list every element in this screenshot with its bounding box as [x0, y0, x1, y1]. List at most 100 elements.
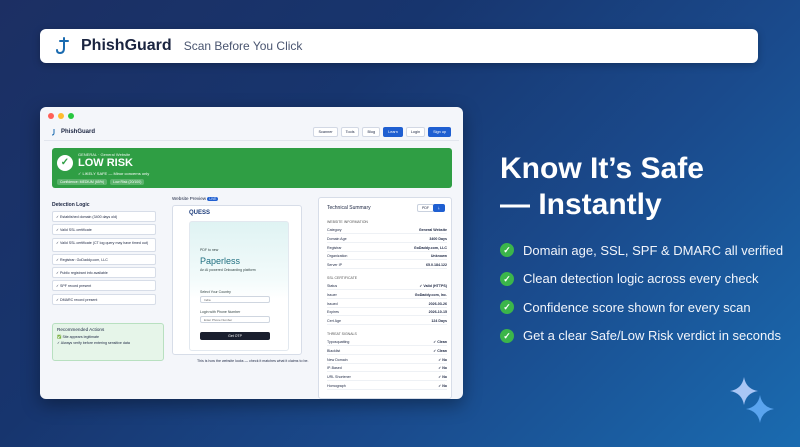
tech-value: ✓ No — [438, 375, 447, 380]
tech-row: Organization Unknown — [327, 254, 447, 261]
site-title: Paperless — [200, 256, 241, 266]
tech-value: General Website — [418, 228, 447, 232]
detection-logic-panel: Detection Logic ✓ Established domain (34… — [52, 202, 156, 307]
tech-row: Server IP 65.0.184.122 — [327, 263, 447, 270]
tech-key: Blacklist — [327, 348, 341, 353]
tech-value: ✓ Valid (HTTPS) — [419, 284, 447, 288]
site-subtitle: An AI powered Onboarding platform — [200, 268, 256, 272]
tech-key: Cert Age — [327, 319, 341, 324]
headline: Know It’s Safe — Instantly — [500, 151, 704, 223]
score-pill: Low Risk (20/100) — [110, 179, 145, 185]
site-eyebrow: PDF to new — [200, 248, 219, 252]
detection-item: ✓ DMARC record present — [52, 293, 156, 305]
tech-row: IP-Based ✓ No — [327, 366, 447, 373]
preview-caption: This is how the website looks — check it… — [197, 359, 309, 363]
website-preview[interactable]: QUESS PDF to new Paperless An AI powered… — [172, 205, 302, 355]
tech-value: ✓ No — [438, 384, 447, 388]
sparkle-icon — [730, 377, 774, 423]
tech-key: Domain Age — [327, 236, 347, 241]
close-dot-icon[interactable] — [48, 113, 54, 119]
app-brand: PhishGuard — [61, 128, 96, 135]
tech-row: Category General Website — [327, 228, 447, 234]
tech-value: 124 Days — [431, 319, 447, 324]
maximize-dot-icon[interactable] — [68, 113, 74, 119]
tech-key: Issued — [327, 301, 338, 306]
tech-value: ✓ Clean — [433, 340, 447, 344]
check-icon: ✓ — [500, 300, 514, 315]
brand-tagline: Scan Before You Click — [183, 39, 303, 53]
get-otp-button[interactable]: Get OTP — [200, 332, 270, 340]
tech-key: Homograph — [327, 384, 346, 388]
detection-item: ✓ Registrar: GoDaddy.com, LLC — [52, 253, 156, 265]
feature-item: ✓ Domain age, SSL, SPF & DMARC all verifi… — [500, 236, 783, 265]
recommended-title: Recommended Actions — [57, 327, 105, 332]
tech-value: Unknown — [430, 254, 447, 259]
brand-name: PhishGuard — [81, 37, 172, 54]
feature-item: ✓ Confidence score shown for every scan — [500, 293, 783, 322]
check-icon: ✓ — [500, 243, 514, 258]
headline-line-2: — Instantly — [500, 188, 662, 221]
app-logo-icon — [51, 128, 55, 135]
tech-value: 2026-03-26 — [428, 301, 447, 306]
tech-value: 65.0.184.122 — [426, 263, 447, 268]
tech-value: 3400 Days — [429, 236, 447, 241]
phone-label: Login with Phone Number — [200, 310, 241, 314]
tech-key: Server IP — [327, 263, 342, 268]
detection-item: ✓ Public registrant info available — [52, 267, 156, 279]
live-badge: LIVE — [207, 197, 219, 201]
risk-pills: Confidence: MEDIUM (65%) Low Risk (20/10… — [57, 179, 145, 185]
tech-key: Status — [327, 284, 338, 288]
tech-row: Homograph ✓ No — [327, 384, 447, 390]
nav-signup[interactable]: Sign up — [428, 127, 451, 137]
minimize-dot-icon[interactable] — [58, 113, 64, 119]
download-button[interactable]: ⤓ — [433, 204, 445, 212]
tech-key: Registrar — [327, 245, 342, 250]
tech-row: URL Shortener ✓ No — [327, 375, 447, 382]
detection-item: ✓ Valid SSL certificate (CT log query ma… — [52, 237, 156, 252]
tech-row: New Domain ✓ No — [327, 358, 447, 364]
tech-key: Category — [327, 228, 342, 232]
check-circle-icon: ✓ — [57, 155, 73, 171]
tech-row: Issued 2026-03-26 — [327, 302, 447, 308]
app-nav: Scanner Tools Blog Learn Login Sign up — [313, 127, 451, 137]
headline-line-1: Know It’s Safe — [500, 152, 704, 185]
nav-blog[interactable]: Blog — [362, 127, 381, 137]
feature-list: ✓ Domain age, SSL, SPF & DMARC all verifi… — [500, 236, 783, 350]
brand-bar: PhishGuard Scan Before You Click — [40, 29, 758, 63]
app-window: PhishGuard Scanner Tools Blog Learn Logi… — [40, 107, 463, 399]
country-label: Select Your Country — [200, 290, 231, 294]
preview-title: Website Preview LIVE — [172, 196, 219, 201]
tech-row: Domain Age 3400 Days — [327, 237, 447, 243]
tech-key: New Domain — [327, 357, 348, 362]
tech-value: ✓ No — [438, 366, 447, 371]
recommended-actions: Recommended Actions ✅ Site appears legit… — [52, 323, 164, 361]
tech-value: ✓ No — [438, 357, 447, 362]
confidence-pill: Confidence: MEDIUM (65%) — [57, 179, 108, 185]
risk-subtitle: ✓ LIKELY SAFE — Minor concerns only — [78, 171, 150, 176]
tech-value: GoDaddy.com, LLC — [413, 245, 447, 250]
site-logo: QUESS — [189, 210, 211, 216]
nav-login[interactable]: Login — [405, 127, 426, 137]
tech-key: Organization — [327, 254, 348, 259]
tech-value: ✓ Clean — [433, 348, 447, 353]
hook-logo-icon — [56, 37, 69, 55]
phone-input[interactable]: Enter Phone Number — [200, 316, 270, 323]
nav-scanner[interactable]: Scanner — [313, 127, 338, 137]
app-header: PhishGuard Scanner Tools Blog Learn Logi… — [44, 123, 459, 141]
window-controls — [48, 113, 74, 119]
risk-verdict: LOW RISK — [78, 157, 133, 169]
tech-key: Typosquatting — [327, 340, 350, 344]
tech-key: Issuer — [327, 292, 337, 297]
tech-row: Status ✓ Valid (HTTPS) — [327, 284, 447, 290]
recommended-item: ✅ Site appears legitimate — [57, 335, 100, 339]
nav-learn[interactable]: Learn — [383, 127, 403, 137]
tech-row: Typosquatting ✓ Clean — [327, 340, 447, 346]
tech-title: Technical Summary — [327, 205, 371, 211]
pdf-button[interactable]: PDF — [417, 204, 434, 212]
feature-item: ✓ Get a clear Safe/Low Risk verdict in se… — [500, 322, 783, 351]
tech-row: Issuer GoDaddy.com, Inc. — [327, 293, 447, 299]
nav-tools[interactable]: Tools — [340, 127, 360, 137]
tech-value: GoDaddy.com, Inc. — [414, 292, 447, 297]
tech-key: URL Shortener — [327, 375, 351, 380]
country-select[interactable]: India — [200, 296, 270, 303]
